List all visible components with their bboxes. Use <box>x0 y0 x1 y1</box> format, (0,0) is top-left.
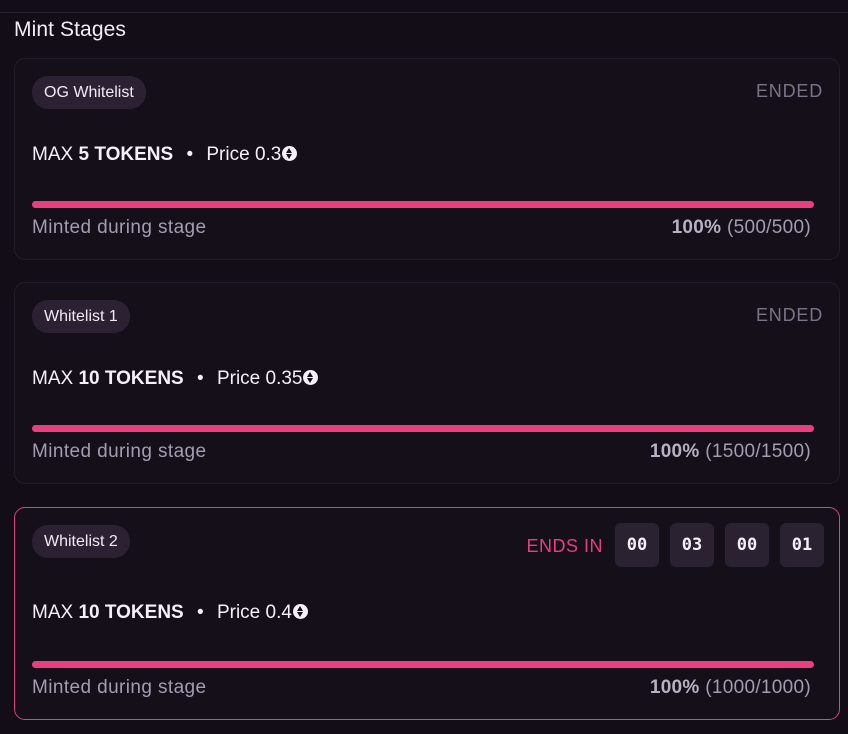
stage-limit-price: MAX 10 TOKENS • Price 0.4 <box>32 602 308 624</box>
eth-icon <box>292 604 308 619</box>
eth-icon <box>303 370 319 385</box>
minted-value: 100% (500/500) <box>672 217 811 239</box>
mint-progress-bar <box>32 661 814 668</box>
max-tokens: 10 TOKENS <box>78 368 184 389</box>
eth-icon <box>282 146 298 161</box>
countdown-minutes: 00 <box>725 523 769 567</box>
mint-progress-fill <box>32 425 814 432</box>
price-label: Price 0.35 <box>216 368 303 389</box>
separator-dot: • <box>186 144 194 165</box>
countdown-hours: 03 <box>670 523 714 567</box>
separator-dot: • <box>197 602 204 623</box>
top-divider <box>0 12 848 13</box>
max-prefix: MAX <box>32 602 74 623</box>
minted-label: Minted during stage <box>32 441 207 462</box>
max-prefix: MAX <box>32 368 74 389</box>
minted-value: 100% (1500/1500) <box>650 441 811 463</box>
max-prefix: MAX <box>32 144 74 165</box>
mint-progress-bar <box>32 201 814 208</box>
countdown-days: 00 <box>615 523 659 567</box>
minted-label: Minted during stage <box>32 677 207 698</box>
price-label: Price 0.4 <box>216 602 292 623</box>
stage-card-whitelist-2: Whitelist 2 ENDS IN 00 03 00 01 MAX 10 T… <box>14 507 840 720</box>
stage-name-badge: Whitelist 1 <box>32 300 130 333</box>
minted-label: Minted during stage <box>32 217 207 238</box>
minted-value: 100% (1000/1000) <box>650 677 811 699</box>
ends-in-label: ENDS IN <box>526 536 603 556</box>
mint-progress-bar <box>32 425 814 432</box>
separator-dot: • <box>197 368 204 389</box>
minted-count: (500/500) <box>726 217 811 238</box>
minted-count: (1500/1500) <box>705 441 811 462</box>
stage-status: ENDED <box>755 81 823 101</box>
stage-card-og-whitelist: OG Whitelist ENDED MAX 5 TOKENS • Price … <box>14 58 840 260</box>
mint-progress-fill <box>32 661 814 668</box>
minted-percent: 100% <box>649 441 700 462</box>
price-label: Price 0.3 <box>206 144 282 165</box>
stage-limit-price: MAX 5 TOKENS • Price 0.3 <box>32 144 298 166</box>
section-title: Mint Stages <box>14 18 126 41</box>
minted-percent: 100% <box>649 677 700 698</box>
stage-limit-price: MAX 10 TOKENS • Price 0.35 <box>32 368 319 390</box>
minted-percent: 100% <box>671 217 722 238</box>
countdown-seconds: 01 <box>780 523 824 567</box>
mint-progress-fill <box>32 201 814 208</box>
minted-count: (1000/1000) <box>705 677 811 698</box>
stage-status: ENDED <box>755 305 823 325</box>
max-tokens: 5 TOKENS <box>78 144 174 165</box>
stage-name-badge: OG Whitelist <box>32 76 146 109</box>
stage-card-whitelist-1: Whitelist 1 ENDED MAX 10 TOKENS • Price … <box>14 282 840 484</box>
max-tokens: 10 TOKENS <box>78 602 184 623</box>
stage-name-badge: Whitelist 2 <box>32 525 130 558</box>
